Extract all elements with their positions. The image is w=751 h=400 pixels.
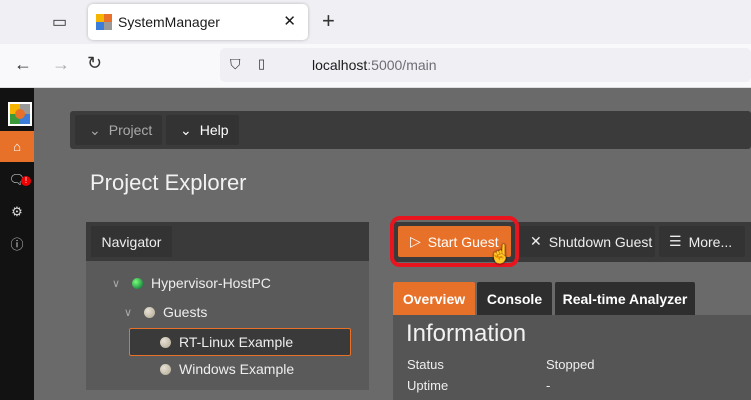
new-tab-icon[interactable]: +: [322, 8, 335, 34]
chevron-down-icon: ∨: [124, 306, 133, 319]
tree-label: Hypervisor-HostPC: [151, 275, 271, 291]
help-icon: ⓘ: [10, 237, 24, 252]
url-input[interactable]: ⛉ ▯ localhost:5000/main: [220, 48, 751, 82]
shield-icon: ⛉: [230, 56, 241, 72]
menu-bar: ⌄ Project ⌄ Help: [70, 111, 751, 149]
more-button[interactable]: ☰ More...: [659, 226, 745, 257]
gear-icon: ⚙: [11, 203, 23, 219]
home-icon: ⌂: [13, 139, 21, 154]
overview-panel: Information Status Stopped Uptime -: [393, 315, 751, 400]
tab-overview-icon[interactable]: ▭: [52, 12, 67, 32]
tab-overview[interactable]: Overview: [393, 282, 475, 315]
shutdown-guest-button[interactable]: ✕ Shutdown Guest: [520, 226, 655, 257]
tree-item-windows[interactable]: Windows Example: [160, 356, 294, 382]
project-menu[interactable]: ⌄ Project: [75, 115, 162, 145]
browser-tab[interactable]: SystemManager ✕: [88, 4, 308, 40]
tree-label: Windows Example: [179, 361, 295, 377]
notification-badge: !: [21, 176, 31, 186]
url-path: :5000/main: [367, 57, 437, 73]
app-logo: [8, 102, 32, 126]
uptime-label: Uptime: [407, 378, 449, 393]
play-icon: ▷: [410, 233, 421, 249]
page-icon: ▯: [258, 56, 266, 71]
sidebar-settings[interactable]: ⚙: [0, 196, 34, 227]
menu-icon: ☰: [669, 233, 682, 249]
tab-realtime-analyzer[interactable]: Real-time Analyzer: [555, 282, 695, 315]
help-label: Help: [199, 122, 229, 138]
page-title: Project Explorer: [90, 170, 247, 195]
url-host: localhost: [312, 57, 368, 73]
tree-label: Guests: [163, 304, 208, 320]
start-label: Start Guest: [427, 233, 499, 250]
sidebar-help[interactable]: ⓘ: [0, 228, 34, 259]
help-menu[interactable]: ⌄ Help: [166, 115, 239, 145]
uptime-value: -: [546, 378, 551, 393]
forward-icon[interactable]: →: [52, 54, 70, 75]
navigator-panel: Navigator ∨ Hypervisor-HostPC ∨ Guests RT-…: [86, 222, 369, 390]
status-online-icon: [132, 277, 143, 289]
status-icon: [160, 336, 171, 348]
browser-tab-bar: ▭ SystemManager ✕ +: [0, 0, 751, 44]
sidebar-notifications[interactable]: 🗨 !: [0, 164, 34, 195]
pointer-cursor-icon: ☝: [489, 244, 512, 264]
info-heading: Information: [406, 320, 527, 347]
sidebar: ⌂ 🗨 ! ⚙ ⓘ: [0, 88, 34, 400]
chevron-down-icon: ⌄: [89, 121, 101, 138]
close-icon: ✕: [530, 233, 542, 249]
close-tab-icon[interactable]: ✕: [283, 12, 296, 30]
status-value: Stopped: [546, 357, 595, 372]
tree-item-guests[interactable]: ∨ Guests: [124, 299, 207, 325]
navigator-header: Navigator: [86, 222, 369, 261]
status-label: Status: [407, 357, 444, 372]
sidebar-home[interactable]: ⌂: [0, 131, 34, 162]
status-icon: [160, 363, 171, 375]
chevron-down-icon: ∨: [112, 277, 121, 290]
chevron-down-icon: ⌄: [180, 121, 192, 138]
navigator-button[interactable]: Navigator: [91, 226, 172, 257]
tab-title: SystemManager: [118, 14, 220, 30]
tree-item-hypervisor[interactable]: ∨ Hypervisor-HostPC: [112, 270, 271, 296]
tree-label: RT-Linux Example: [179, 334, 294, 350]
back-icon[interactable]: ←: [14, 54, 32, 75]
status-icon: [144, 306, 155, 318]
project-label: Project: [108, 122, 153, 138]
shutdown-label: Shutdown Guest: [548, 233, 653, 250]
reload-icon[interactable]: ↻: [87, 53, 102, 74]
tree-item-rt-linux[interactable]: RT-Linux Example: [129, 328, 351, 356]
more-label: More...: [688, 233, 733, 250]
tab-console[interactable]: Console: [477, 282, 552, 315]
app-favicon-icon: [96, 14, 112, 30]
